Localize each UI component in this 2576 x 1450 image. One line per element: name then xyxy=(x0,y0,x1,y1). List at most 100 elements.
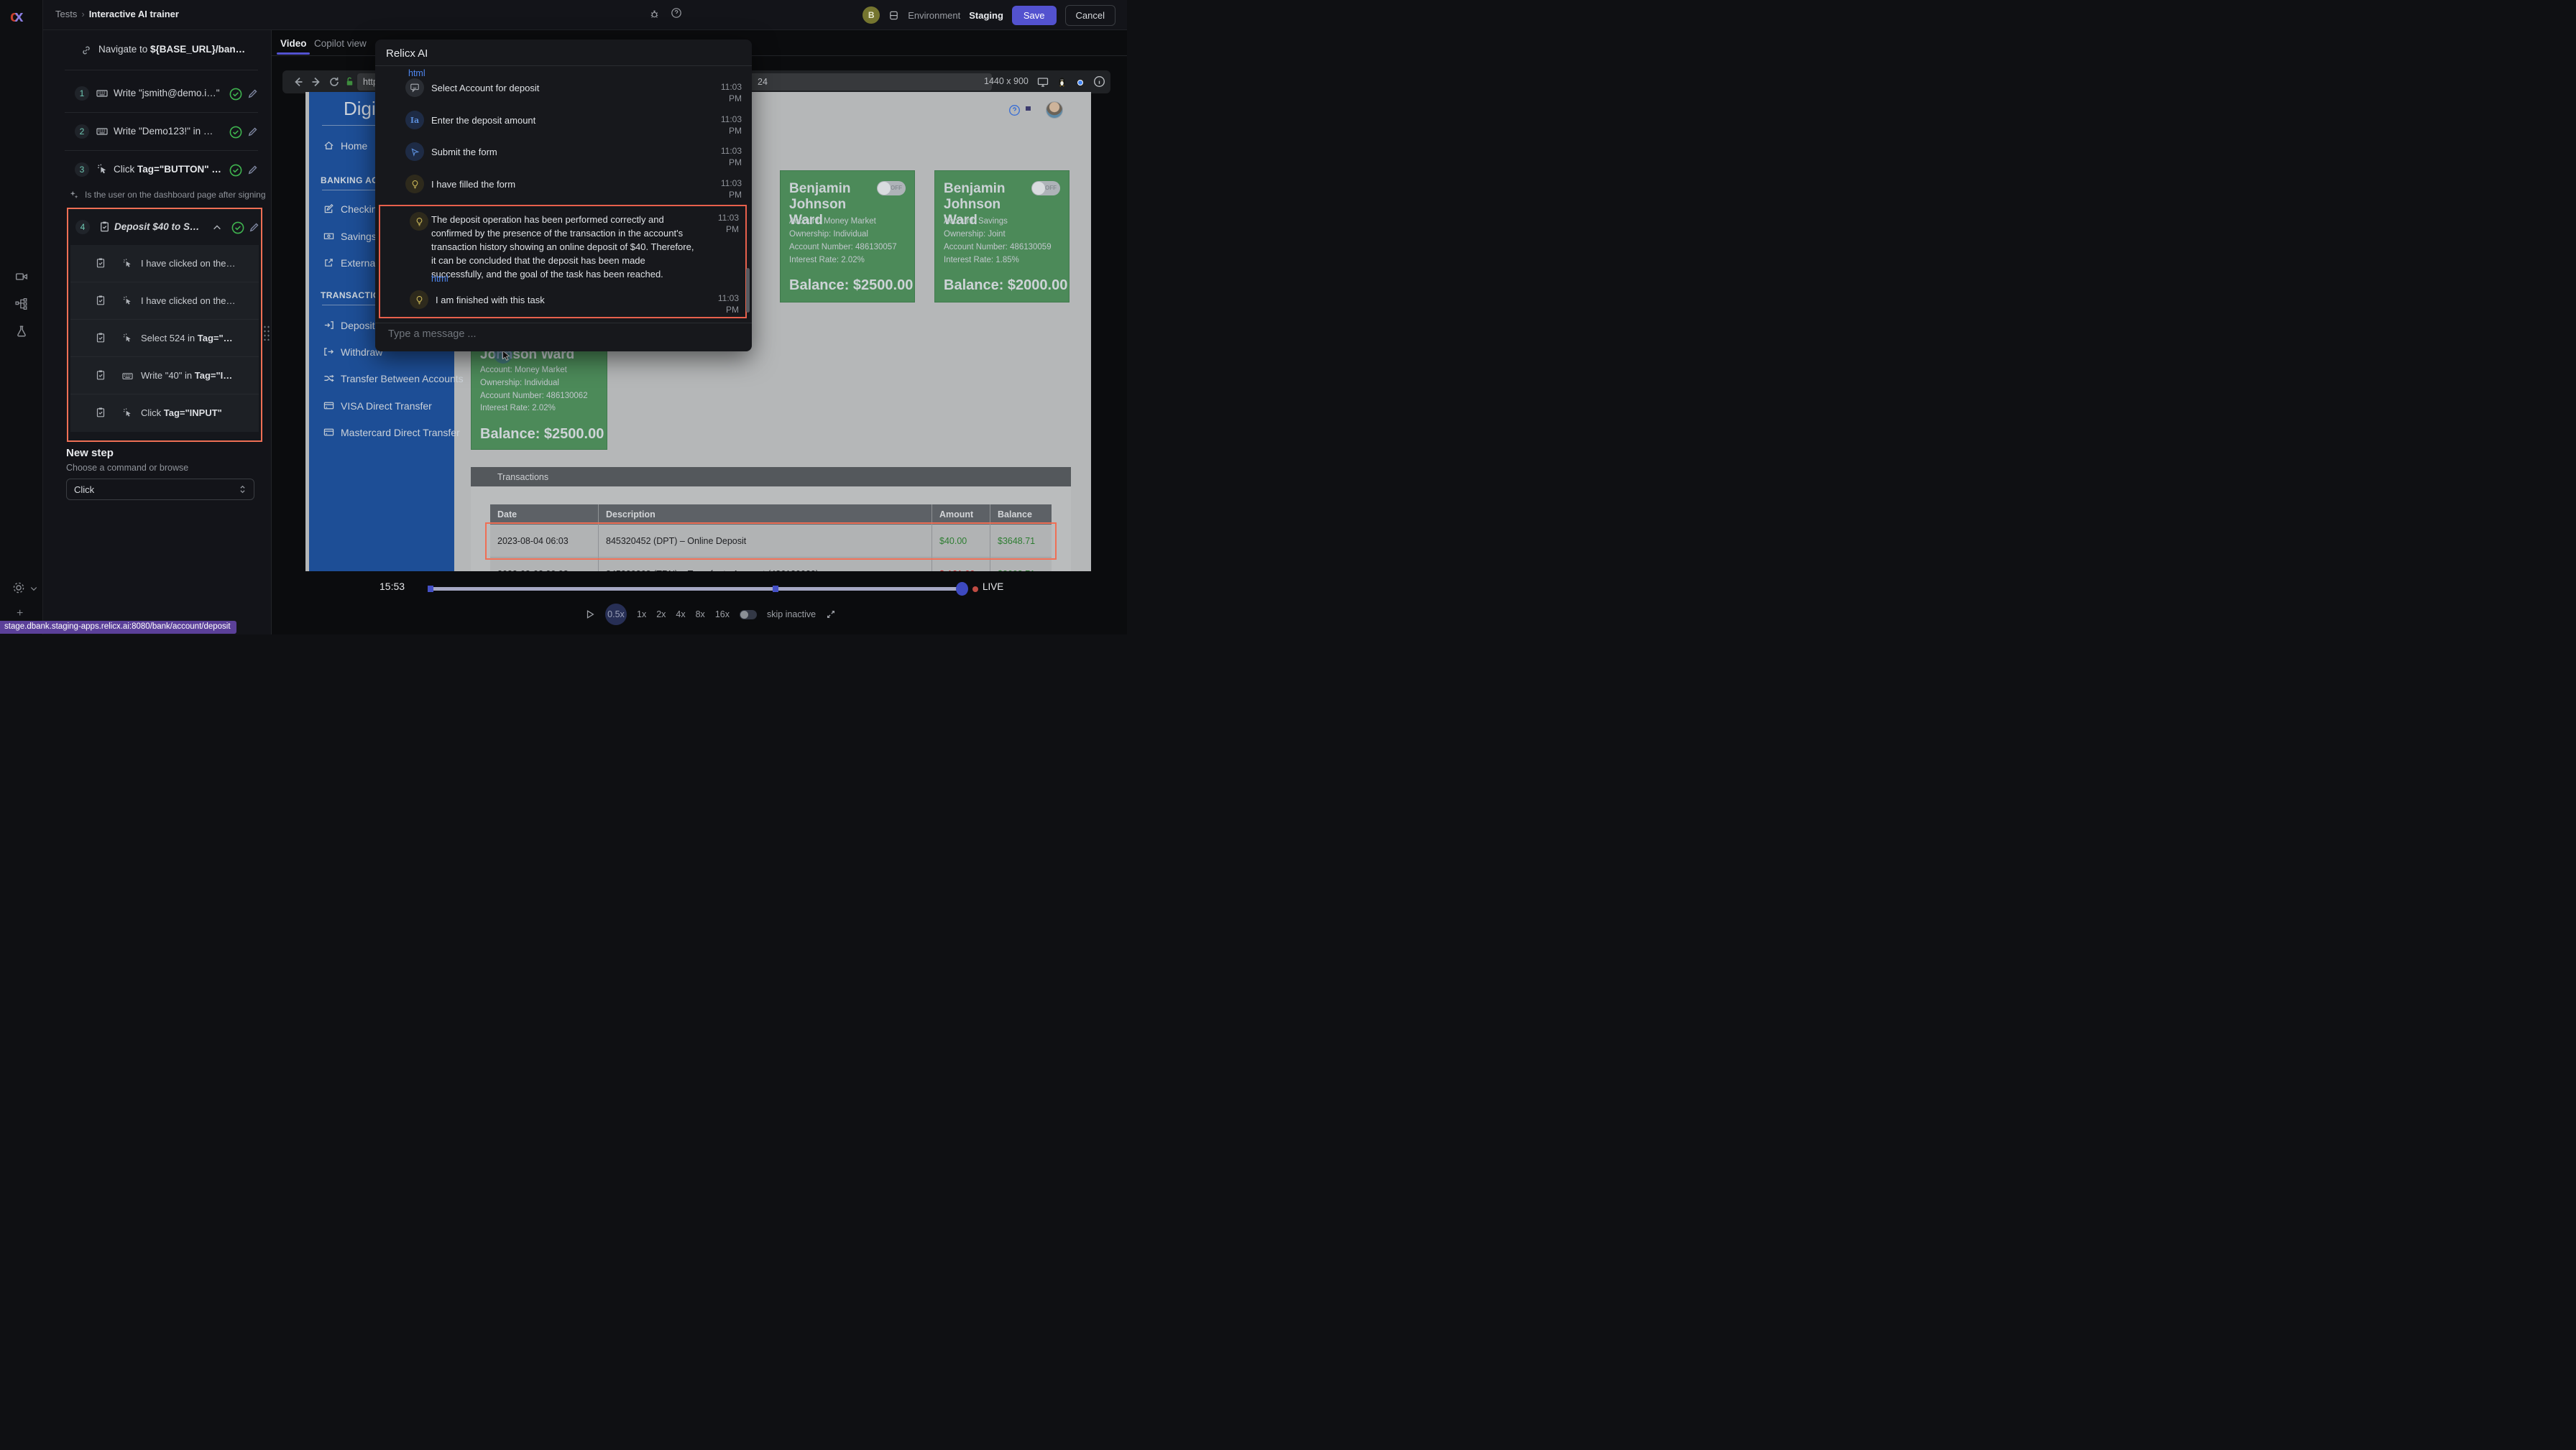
browser-forward-icon[interactable] xyxy=(310,76,322,88)
account-card: OFF Benjamin Johnson Ward Account: Savin… xyxy=(934,170,1070,303)
chat-message-input[interactable] xyxy=(388,328,726,340)
steps-panel: Navigate to ${BASE_URL}/ban… 1 Write "js… xyxy=(43,30,272,634)
chat-scrollbar[interactable] xyxy=(746,268,750,313)
sub-step-row[interactable]: I have clicked on the… xyxy=(70,282,259,320)
bank-nav-transfer[interactable]: Transfer Between Accounts xyxy=(309,371,454,388)
sub-step-3: Select 524 in Tag="… xyxy=(141,333,233,343)
card-rate: Interest Rate: 2.02% xyxy=(480,404,556,412)
save-button[interactable]: Save xyxy=(1012,6,1057,25)
html-link[interactable]: html xyxy=(408,68,426,78)
edit-pencil-icon[interactable] xyxy=(247,164,259,176)
chat-message: I am finished with this task xyxy=(436,295,545,305)
speed-1x[interactable]: 1x xyxy=(637,609,646,619)
sub-step-4-text: Write "40" in xyxy=(141,370,195,381)
bank-nav-visa[interactable]: VISA Direct Transfer xyxy=(309,398,454,415)
sub-step-row[interactable]: Write "40" in Tag="I… xyxy=(70,357,259,394)
play-icon[interactable] xyxy=(585,609,595,619)
timeline-thumb[interactable] xyxy=(956,582,968,596)
breadcrumb-tests[interactable]: Tests xyxy=(55,9,77,19)
cx-logo[interactable]: cx xyxy=(10,7,22,26)
help-icon[interactable] xyxy=(671,7,682,19)
bank-nav-mastercard[interactable]: Mastercard Direct Transfer xyxy=(309,425,454,442)
speed-2x[interactable]: 2x xyxy=(656,609,666,619)
flask-icon[interactable] xyxy=(15,325,28,338)
card-account: Account: Savings xyxy=(944,217,1008,226)
app-rail: cx + xyxy=(0,0,43,634)
live-label[interactable]: LIVE xyxy=(983,581,1003,592)
chat-message: Select Account for deposit xyxy=(431,83,539,93)
speed-4x[interactable]: 4x xyxy=(676,609,685,619)
col-date[interactable]: Date xyxy=(490,504,599,525)
bank-nav-mastercard-label: Mastercard Direct Transfer xyxy=(341,427,460,438)
cancel-button[interactable]: Cancel xyxy=(1065,5,1116,26)
video-camera-icon[interactable] xyxy=(15,270,28,283)
tab-video[interactable]: Video xyxy=(280,38,307,49)
step-4-title[interactable]: Deposit $40 to S… xyxy=(114,221,200,232)
col-description[interactable]: Description xyxy=(599,504,932,525)
step-3[interactable]: Click Tag="BUTTON" … xyxy=(114,164,221,175)
divider xyxy=(65,150,258,151)
status-url-tooltip: stage.dbank.staging-apps.relicx.ai:8080/… xyxy=(0,621,236,634)
speed-16x[interactable]: 16x xyxy=(715,609,730,619)
sub-step-row[interactable]: Click Tag="INPUT" xyxy=(70,394,259,432)
collapse-chevron-up-icon[interactable] xyxy=(212,223,222,233)
environment-value[interactable]: Staging xyxy=(969,10,1003,21)
col-amount[interactable]: Amount xyxy=(932,504,990,525)
debug-icon[interactable] xyxy=(649,9,660,19)
bank-user-avatar[interactable] xyxy=(1046,101,1063,119)
card-balance: Balance: $2000.00 xyxy=(944,277,1067,294)
card-account: Account: Money Market xyxy=(789,217,876,226)
step-2[interactable]: Write "Demo123!" in … xyxy=(114,126,213,137)
assertion-note[interactable]: Is the user on the dashboard page after … xyxy=(85,190,266,200)
edit-pencil-icon[interactable] xyxy=(248,221,260,234)
card-toggle[interactable]: OFF xyxy=(877,181,906,195)
panel-resize-handle[interactable] xyxy=(263,325,271,341)
timeline-marker-mid[interactable] xyxy=(773,586,778,592)
lightbulb-icon xyxy=(410,212,428,231)
playback-controls: 0.5x 1x 2x 4x 8x 16x skip inactive xyxy=(585,604,836,625)
sub-step-row[interactable]: I have clicked on the… xyxy=(70,245,259,282)
add-plus-icon[interactable]: + xyxy=(17,607,23,620)
speed-8x[interactable]: 8x xyxy=(696,609,705,619)
tab-copilot-view[interactable]: Copilot view xyxy=(314,38,367,49)
active-tab-underline xyxy=(277,52,310,55)
step-2-number: 2 xyxy=(75,124,89,139)
timeline-marker-start[interactable] xyxy=(428,586,433,592)
step-1[interactable]: Write "jsmith@demo.i…" xyxy=(114,88,220,98)
col-balance[interactable]: Balance xyxy=(990,504,1052,525)
step-group-deposit: 4 Deposit $40 to S… I have clicked on th… xyxy=(67,208,262,442)
check-success-icon xyxy=(229,125,243,139)
command-select[interactable]: Click xyxy=(66,479,254,500)
skip-inactive-toggle[interactable] xyxy=(740,610,757,619)
speed-0-5x[interactable]: 0.5x xyxy=(605,604,627,625)
fullscreen-expand-icon[interactable] xyxy=(826,609,836,619)
bank-nav-transfer-label: Transfer Between Accounts xyxy=(341,373,464,384)
chevron-down-icon[interactable] xyxy=(29,584,38,593)
step-navigate[interactable]: Navigate to ${BASE_URL}/ban… xyxy=(98,44,245,55)
card-toggle[interactable]: OFF xyxy=(1031,181,1060,195)
html-link[interactable]: html xyxy=(431,274,448,284)
step-3-number: 3 xyxy=(75,162,89,177)
card-number: Account Number: 486130059 xyxy=(944,243,1052,251)
step-3-text: Click xyxy=(114,164,137,175)
flow-tree-icon[interactable] xyxy=(15,297,28,310)
card-number: Account Number: 486130062 xyxy=(480,392,588,400)
timeline-track[interactable] xyxy=(429,587,965,591)
browser-refresh-icon[interactable] xyxy=(328,76,340,88)
sub-step-row[interactable]: Select 524 in Tag="… xyxy=(70,320,259,357)
user-avatar[interactable]: B xyxy=(862,6,880,24)
home-icon xyxy=(323,140,334,151)
bank-help-icon[interactable] xyxy=(1008,104,1021,116)
transactions-title: Transactions xyxy=(497,472,548,482)
viewport-resolution: 1440 x 900 xyxy=(984,76,1029,86)
edit-pencil-icon[interactable] xyxy=(247,126,259,138)
transactions-panel: Transactions Date Description Amount Bal… xyxy=(471,467,1071,571)
settings-gear-icon[interactable] xyxy=(12,581,26,595)
browser-back-icon[interactable] xyxy=(293,76,304,88)
monitor-icon[interactable] xyxy=(1037,76,1049,88)
new-step-title: New step xyxy=(66,447,114,459)
clipboard-check-icon xyxy=(98,221,111,233)
info-icon[interactable] xyxy=(1093,75,1105,88)
check-success-icon xyxy=(231,221,245,235)
edit-pencil-icon[interactable] xyxy=(247,88,259,100)
